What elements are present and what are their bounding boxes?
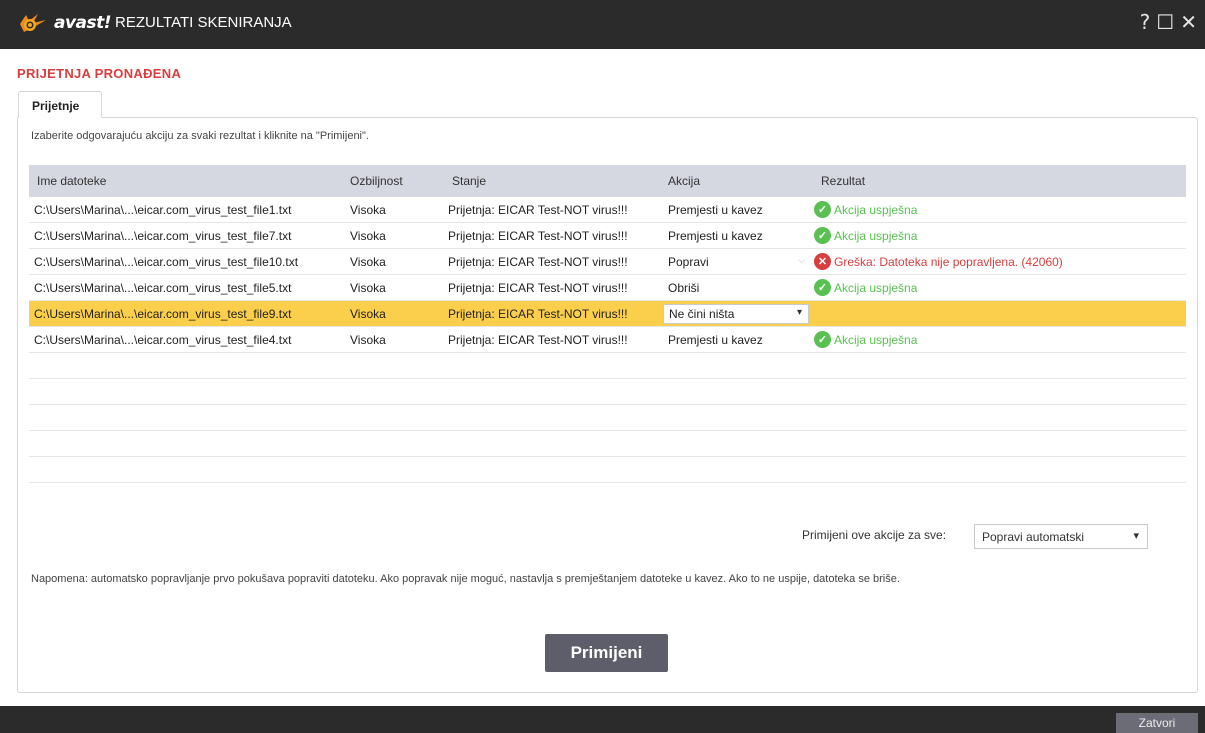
empty-row bbox=[29, 431, 1186, 457]
page-heading: PRIJETNJA PRONAĐENA bbox=[17, 66, 182, 81]
x-circle-icon: ✕ bbox=[814, 253, 831, 270]
footer-bar bbox=[0, 706, 1205, 733]
result-text: Akcija uspješna bbox=[834, 228, 918, 243]
empty-row bbox=[29, 457, 1186, 483]
empty-row bbox=[29, 353, 1186, 379]
tab-prijetnje[interactable]: Prijetnje bbox=[18, 91, 102, 118]
table-row-selected[interactable]: C:\Users\Marina\...\eicar.com_virus_test… bbox=[29, 301, 1186, 327]
file-path: C:\Users\Marina\...\eicar.com_virus_test… bbox=[34, 229, 292, 243]
avast-logo-icon bbox=[16, 12, 52, 34]
check-circle-icon: ✓ bbox=[814, 331, 831, 348]
table-row[interactable]: C:\Users\Marina\...\eicar.com_virus_test… bbox=[29, 249, 1186, 275]
severity: Visoka bbox=[350, 203, 386, 217]
severity: Visoka bbox=[350, 229, 386, 243]
result: ✓ Akcija uspješna bbox=[814, 227, 917, 244]
column-header-action[interactable]: Akcija bbox=[668, 174, 700, 188]
result-text: Akcija uspješna bbox=[834, 332, 918, 347]
note-text: Napomena: automatsko popravljanje prvo p… bbox=[31, 573, 900, 585]
action-dropdown[interactable]: Popravi ⌵ bbox=[663, 252, 809, 272]
close-icon[interactable]: ✕ bbox=[1180, 8, 1197, 36]
severity: Visoka bbox=[350, 307, 386, 321]
result: ✓ Akcija uspješna bbox=[814, 331, 917, 348]
chevron-down-icon: ▾ bbox=[796, 307, 802, 318]
result: ✓ Akcija uspješna bbox=[814, 279, 917, 296]
table-row[interactable]: C:\Users\Marina\...\eicar.com_virus_test… bbox=[29, 275, 1186, 301]
chevron-down-icon: ⌵ bbox=[798, 255, 805, 265]
column-header-severity[interactable]: Ozbiljnost bbox=[350, 174, 403, 188]
file-path: C:\Users\Marina\...\eicar.com_virus_test… bbox=[34, 255, 299, 269]
table-header: Ime datoteke Ozbiljnost Stanje Akcija Re… bbox=[29, 165, 1186, 197]
apply-button[interactable]: Primijeni bbox=[545, 634, 668, 672]
check-circle-icon: ✓ bbox=[814, 201, 831, 218]
action-select[interactable]: Obriši bbox=[668, 281, 699, 295]
status: Prijetnja: EICAR Test-NOT virus!!! bbox=[448, 333, 628, 347]
maximize-icon[interactable]: ☐ bbox=[1156, 8, 1174, 36]
apply-all-label: Primijeni ove akcije za sve: bbox=[802, 528, 947, 542]
check-circle-icon: ✓ bbox=[814, 279, 831, 296]
action-value: Popravi bbox=[668, 255, 709, 269]
help-icon[interactable]: ? bbox=[1140, 8, 1151, 36]
file-path: C:\Users\Marina\...\eicar.com_virus_test… bbox=[34, 307, 292, 321]
action-dropdown[interactable]: Ne čini ništa ▾ bbox=[663, 304, 809, 324]
apply-all-dropdown[interactable]: Popravi automatski ▾ bbox=[974, 524, 1148, 549]
action-select[interactable]: Premjesti u kavez bbox=[668, 203, 763, 217]
status: Prijetnja: EICAR Test-NOT virus!!! bbox=[448, 255, 628, 269]
file-path: C:\Users\Marina\...\eicar.com_virus_test… bbox=[34, 281, 292, 295]
status: Prijetnja: EICAR Test-NOT virus!!! bbox=[448, 307, 628, 321]
apply-all-value: Popravi automatski bbox=[982, 530, 1085, 544]
empty-row bbox=[29, 405, 1186, 431]
result-text: Akcija uspješna bbox=[834, 280, 918, 295]
check-circle-icon: ✓ bbox=[814, 227, 831, 244]
action-value: Ne čini ništa bbox=[669, 307, 735, 321]
window-controls: ? ☐ ✕ bbox=[1140, 8, 1197, 36]
table-row[interactable]: C:\Users\Marina\...\eicar.com_virus_test… bbox=[29, 197, 1186, 223]
result-text: Akcija uspješna bbox=[834, 202, 918, 217]
severity: Visoka bbox=[350, 281, 386, 295]
file-path: C:\Users\Marina\...\eicar.com_virus_test… bbox=[34, 203, 292, 217]
close-button[interactable]: Zatvori bbox=[1116, 713, 1198, 733]
severity: Visoka bbox=[350, 255, 386, 269]
status: Prijetnja: EICAR Test-NOT virus!!! bbox=[448, 229, 628, 243]
avast-logo: avast! bbox=[16, 12, 112, 34]
result: ✕ Greška: Datoteka nije popravljena. (42… bbox=[814, 253, 1063, 270]
results-table: Ime datoteke Ozbiljnost Stanje Akcija Re… bbox=[29, 165, 1186, 483]
result-text: Greška: Datoteka nije popravljena. (4206… bbox=[834, 254, 1063, 269]
column-header-result[interactable]: Rezultat bbox=[821, 174, 865, 188]
file-path: C:\Users\Marina\...\eicar.com_virus_test… bbox=[34, 333, 292, 347]
status: Prijetnja: EICAR Test-NOT virus!!! bbox=[448, 281, 628, 295]
column-header-status[interactable]: Stanje bbox=[452, 174, 486, 188]
empty-row bbox=[29, 379, 1186, 405]
brand-name: avast! bbox=[54, 13, 112, 33]
column-header-file[interactable]: Ime datoteke bbox=[37, 174, 106, 188]
title-bar: avast! REZULTATI SKENIRANJA ? ☐ ✕ bbox=[0, 0, 1205, 49]
severity: Visoka bbox=[350, 333, 386, 347]
window-title: REZULTATI SKENIRANJA bbox=[115, 14, 292, 31]
instruction-text: Izaberite odgovarajuću akciju za svaki r… bbox=[31, 130, 369, 142]
table-row[interactable]: C:\Users\Marina\...\eicar.com_virus_test… bbox=[29, 327, 1186, 353]
action-select[interactable]: Premjesti u kavez bbox=[668, 333, 763, 347]
result: ✓ Akcija uspješna bbox=[814, 201, 917, 218]
action-select[interactable]: Premjesti u kavez bbox=[668, 229, 763, 243]
chevron-down-icon: ▾ bbox=[1133, 530, 1139, 542]
table-row[interactable]: C:\Users\Marina\...\eicar.com_virus_test… bbox=[29, 223, 1186, 249]
status: Prijetnja: EICAR Test-NOT virus!!! bbox=[448, 203, 628, 217]
